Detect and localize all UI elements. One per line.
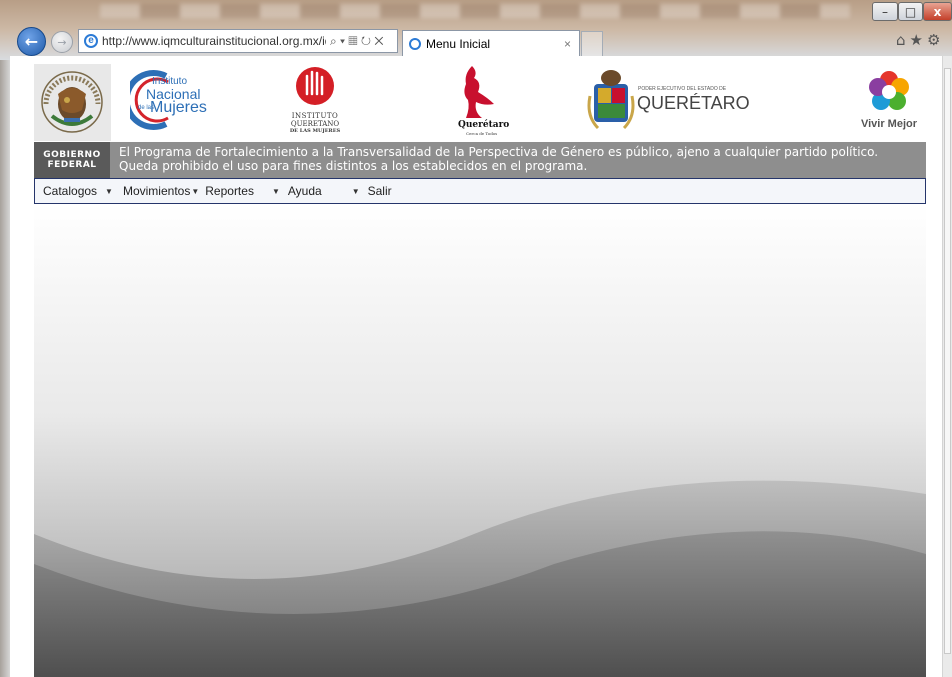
forward-arrow-icon: → <box>57 35 67 49</box>
logo-header: Instituto Nacional de las Mujeres INSTIT… <box>34 64 926 142</box>
ie-page-icon: e <box>84 34 98 48</box>
queretaro-city-logo: Querétaro Cerca de Todos <box>444 64 524 142</box>
menu-label: Movimientos <box>122 184 191 198</box>
home-favorites-settings-icons[interactable]: ⌂★⚙ <box>896 31 944 49</box>
scrollbar-thumb[interactable] <box>944 68 951 654</box>
wave-background-graphic <box>34 204 926 677</box>
queretaro-name: Querétaro <box>458 120 510 130</box>
inmujeres-line3: Mujeres <box>150 99 207 116</box>
vertical-scrollbar[interactable] <box>942 56 952 677</box>
window-left-edge <box>0 60 10 677</box>
ie-tab-icon <box>409 37 421 50</box>
forward-button[interactable]: → <box>51 31 73 53</box>
taskbar-blur <box>100 4 850 18</box>
chevron-down-icon: ▼ <box>105 186 113 196</box>
inmujeres-logo: Instituto Nacional de las Mujeres <box>130 70 240 130</box>
content-background <box>34 204 926 677</box>
maximize-button[interactable]: □ <box>898 2 923 21</box>
vivir-mejor-logo: Vivir Mejor <box>854 70 924 136</box>
gobierno-line1: GOBIERNO <box>43 150 101 160</box>
page-viewport: Instituto Nacional de las Mujeres INSTIT… <box>10 56 942 677</box>
gobierno-federal-logo: GOBIERNO FEDERAL <box>34 142 110 178</box>
main-menu-bar: Catalogos ▼ Movimientos ▼ Reportes ▼ Ayu… <box>34 178 926 204</box>
address-url[interactable]: http://www.iqmculturainstitucional.org.m… <box>102 34 326 48</box>
address-actions-icons[interactable]: ⌕ ▾ ▦ ↻ ✕ <box>330 34 384 49</box>
program-notice: El Programa de Fortalecimiento a la Tran… <box>119 145 879 173</box>
tab-title: Menu Inicial <box>426 36 491 51</box>
close-window-button[interactable]: x <box>923 2 952 21</box>
minimize-button[interactable]: – <box>872 2 898 21</box>
iqm-line1: INSTITUTO <box>291 112 339 120</box>
iqm-logo: INSTITUTO QUERETANO DE LAS MUJERES <box>270 64 360 142</box>
poder-ejecutivo-small: PODER EJECUTIVO DEL ESTADO DE <box>638 86 727 92</box>
flower-icon <box>869 71 909 110</box>
menu-movimientos[interactable]: Movimientos ▼ <box>123 179 199 203</box>
menu-reportes[interactable]: Reportes ▼ <box>205 179 280 203</box>
poder-ejecutivo-logo: PODER EJECUTIVO DEL ESTADO DE QUERÉTARO <box>586 66 786 138</box>
iqm-line3: DE LAS MUJERES <box>289 128 341 134</box>
menu-label: Salir <box>367 184 392 198</box>
browser-window: – □ x ← → e http://www.iqmculturainstitu… <box>0 0 952 677</box>
back-arrow-icon: ← <box>24 32 39 51</box>
program-banner: GOBIERNO FEDERAL El Programa de Fortalec… <box>34 142 926 178</box>
chevron-down-icon: ▼ <box>271 186 280 196</box>
queretaro-tagline: Cerca de Todos <box>466 131 498 136</box>
gobierno-line2: FEDERAL <box>47 160 97 170</box>
state-shield-icon <box>587 70 635 130</box>
eagle-seal-icon <box>41 71 103 133</box>
back-button[interactable]: ← <box>17 27 46 56</box>
menu-label: Reportes <box>205 184 254 198</box>
poder-ejecutivo-big: QUERÉTARO <box>637 93 750 113</box>
address-bar[interactable]: e http://www.iqmculturainstitucional.org… <box>78 29 398 53</box>
menu-catalogos[interactable]: Catalogos ▼ <box>43 179 113 203</box>
coat-of-arms-logo <box>34 64 111 141</box>
menu-label: Ayuda <box>287 184 322 198</box>
tab-menu-inicial[interactable]: Menu Inicial × <box>402 30 580 56</box>
new-tab-button[interactable] <box>581 31 603 56</box>
chevron-down-icon: ▼ <box>191 186 200 196</box>
red-figure-icon <box>464 66 494 118</box>
red-hand-icon <box>296 67 334 105</box>
vivir-mejor-text: Vivir Mejor <box>860 118 918 130</box>
app-container: Instituto Nacional de las Mujeres INSTIT… <box>34 64 926 677</box>
menu-salir[interactable]: Salir <box>368 179 392 203</box>
iqm-line2: QUERETANO <box>290 120 340 128</box>
menu-label: Catalogos <box>43 184 98 198</box>
menu-ayuda[interactable]: Ayuda ▼ <box>288 179 360 203</box>
tab-close-icon[interactable]: × <box>564 37 571 51</box>
chevron-down-icon: ▼ <box>351 186 360 196</box>
